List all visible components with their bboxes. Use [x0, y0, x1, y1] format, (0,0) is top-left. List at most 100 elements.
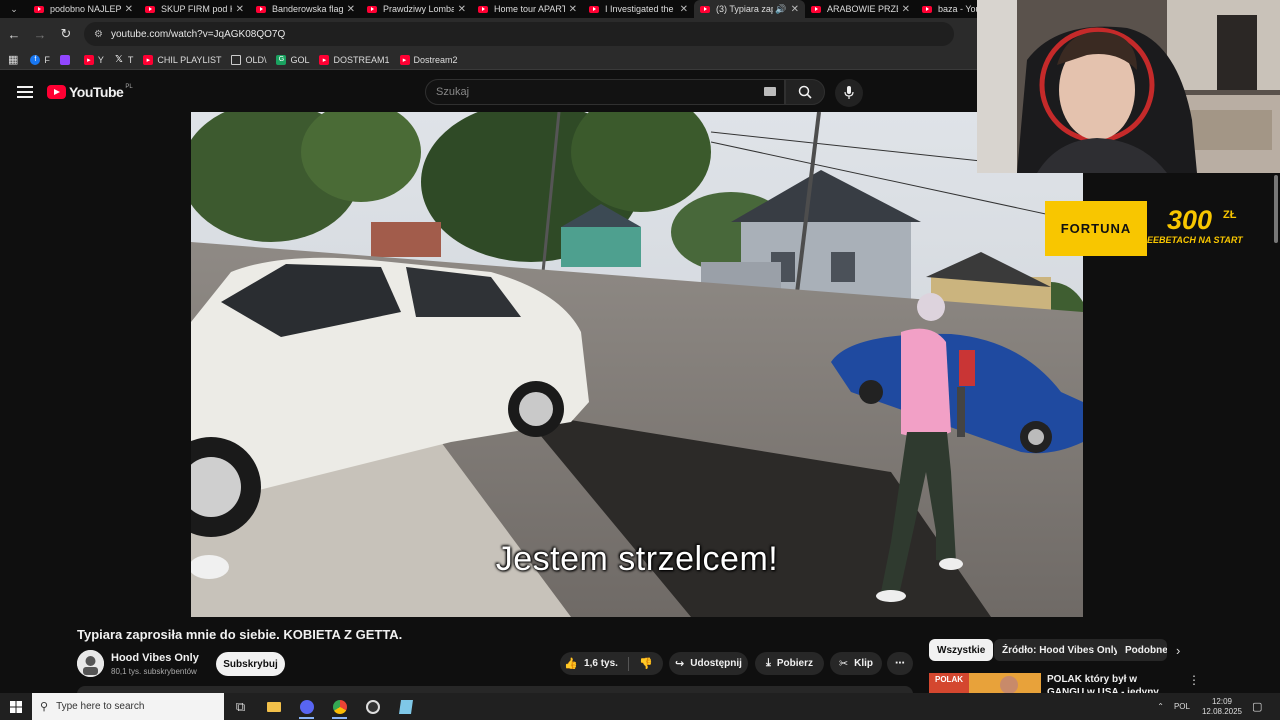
video-subtitle: Jestem strzelcem! [495, 540, 779, 578]
bookmark-old-folder[interactable]: OLD\ [231, 54, 266, 65]
bookmark-gol[interactable]: G GOL [276, 54, 309, 65]
tab-search-icon[interactable]: ⌄ [0, 0, 28, 18]
tab-1[interactable]: SKUP FIRM pod KLUCZ✕ [139, 0, 250, 18]
clock[interactable]: 12:09 12.08.2025 [1202, 697, 1242, 717]
close-icon[interactable]: ✕ [569, 4, 577, 15]
youtube-favicon-icon [367, 5, 377, 13]
chip-similar[interactable]: Podobne [1117, 639, 1167, 661]
language-indicator[interactable]: POL [1174, 702, 1190, 711]
ad-currency: ZŁ [1223, 209, 1237, 221]
close-icon[interactable]: ✕ [125, 4, 133, 15]
ad-amount: 300 [1167, 205, 1213, 235]
windows-taskbar: ⚲ Type here to search ⧉ ⌃ POL 12:09 12.08… [0, 693, 1280, 720]
fortuna-ad-banner[interactable]: FORTUNA 300 ZŁ WE FREEBETACH NA START [1045, 201, 1255, 256]
like-button[interactable]: 👍 1,6 tys. [564, 652, 618, 675]
tab-7[interactable]: ARABOWIE PRZEJĘLI✕ [805, 0, 916, 18]
youtube-favicon-icon [589, 5, 599, 13]
like-dislike-group: 👍 1,6 tys. 👎 [560, 652, 663, 675]
reload-icon[interactable]: ↻ [54, 22, 78, 46]
subscriber-count: 80,1 tys. subskrybentów [111, 667, 197, 676]
thumbnail-text: POLAK [935, 675, 963, 684]
file-explorer-icon[interactable] [257, 693, 290, 720]
voice-search-button[interactable] [835, 79, 863, 107]
tab-5[interactable]: I Investigated the ✕ [583, 0, 694, 18]
bookmark-dostream2[interactable]: ▸ Dostream2 [399, 54, 458, 65]
notepad-app-icon[interactable] [389, 693, 422, 720]
webcam-image [977, 0, 1280, 173]
menu-icon[interactable] [17, 83, 33, 101]
discord-like-app-icon[interactable] [290, 693, 323, 720]
twitch-icon [59, 54, 70, 65]
search-icon [798, 85, 812, 99]
bookmark-chil-playlist[interactable]: ▸ CHIL PLAYLIST [143, 54, 221, 65]
chrome-icon[interactable] [323, 693, 356, 720]
bookmark-youtube[interactable]: ▸ Y [83, 54, 104, 65]
page-scrollbar[interactable] [1274, 175, 1278, 243]
tab-6-active[interactable]: (3) Typiara zaprosiła🔊✕ [694, 0, 805, 18]
bookmark-x[interactable]: 𝕏T [114, 54, 134, 65]
close-icon[interactable]: ✕ [680, 4, 688, 15]
youtube-icon: ▸ [143, 54, 154, 65]
bookmark-dostream1[interactable]: ▸ DOSTREAM1 [319, 54, 390, 65]
ad-tagline: WE FREEBETACH NA START [1118, 235, 1243, 245]
chevron-up-icon[interactable]: ⌃ [1157, 702, 1164, 711]
chevron-right-icon[interactable]: › [1176, 643, 1180, 658]
chip-source-channel[interactable]: Źródło: Hood Vibes Only [994, 639, 1128, 661]
youtube-favicon-icon [922, 5, 932, 13]
search-button[interactable] [785, 79, 825, 105]
more-vertical-icon[interactable]: ⋮ [1188, 673, 1200, 687]
speaker-icon[interactable]: 🔊 [775, 4, 786, 15]
close-icon[interactable]: ✕ [347, 4, 355, 15]
more-actions-button[interactable]: ⋯ [887, 652, 913, 675]
chip-all[interactable]: Wszystkie [929, 639, 994, 661]
close-icon[interactable]: ✕ [791, 4, 799, 15]
back-arrow-icon[interactable]: ← [2, 22, 26, 46]
video-player[interactable]: Jestem strzelcem! [191, 112, 1083, 617]
thumbs-down-icon: 👎 [638, 658, 653, 670]
site-info-icon[interactable]: ⚙ [94, 29, 103, 40]
obs-icon[interactable] [356, 693, 389, 720]
tab-2[interactable]: Banderowska flaga ✕ [250, 0, 361, 18]
tab-3[interactable]: Prawdziwy Lombard✕ [361, 0, 472, 18]
channel-avatar[interactable] [77, 650, 104, 677]
youtube-icon: ▸ [399, 54, 410, 65]
video-title: Typiara zaprosiła mnie do siebie. KOBIET… [77, 627, 403, 642]
youtube-icon: ▸ [83, 54, 94, 65]
bookmark-facebook[interactable]: fF [30, 54, 50, 65]
youtube-favicon-icon [700, 5, 710, 13]
clip-button[interactable]: ✂ Klip [830, 652, 882, 675]
youtube-favicon-icon [34, 5, 44, 13]
dislike-button[interactable]: 👎 [639, 652, 659, 675]
system-tray: ⌃ POL 12:09 12.08.2025 ▢ [1157, 693, 1280, 720]
task-view-icon[interactable]: ⧉ [224, 693, 257, 720]
forward-arrow-icon[interactable]: → [28, 22, 52, 46]
windows-start-icon[interactable] [0, 693, 32, 720]
close-icon[interactable]: ✕ [902, 4, 910, 15]
tab-0[interactable]: podobno NAJLEPSZE✕ [28, 0, 139, 18]
apps-grid-icon[interactable]: ▦ [8, 53, 18, 66]
notification-icon[interactable]: ▢ [1252, 700, 1272, 713]
subscribe-button[interactable]: Subskrybuj [216, 652, 285, 676]
recommended-title[interactable]: POLAK który był w GANGU w USA - jedyny t… [1047, 673, 1175, 693]
keyboard-icon[interactable] [764, 87, 776, 96]
taskbar-search-input[interactable]: ⚲ Type here to search [32, 693, 224, 720]
close-icon[interactable]: ✕ [236, 4, 244, 15]
tab-4[interactable]: Home tour APARTAMENTU✕ [472, 0, 583, 18]
x-icon: 𝕏 [114, 54, 123, 65]
webcam-overlay [977, 0, 1280, 173]
scissors-icon: ✂ [838, 658, 849, 670]
close-icon[interactable]: ✕ [458, 4, 466, 15]
channel-name[interactable]: Hood Vibes Only [111, 652, 199, 664]
youtube-logo[interactable]: YouTube PL [47, 84, 133, 100]
microphone-icon [844, 86, 854, 99]
youtube-favicon-icon [478, 5, 488, 13]
search-input[interactable]: Szukaj [425, 79, 785, 105]
url-bar[interactable]: ⚙ youtube.com/watch?v=JqAGK08QO7Q [84, 22, 954, 46]
download-button[interactable]: ⤓ Pobierz [755, 652, 824, 675]
youtube-favicon-icon [811, 5, 821, 13]
fortuna-logo: FORTUNA [1045, 201, 1147, 256]
avatar-icon [77, 650, 104, 677]
bookmark-twitch[interactable] [59, 54, 74, 65]
recommended-thumbnail[interactable]: POLAK [929, 673, 1041, 693]
share-button[interactable]: ↪ Udostępnij [669, 652, 748, 675]
